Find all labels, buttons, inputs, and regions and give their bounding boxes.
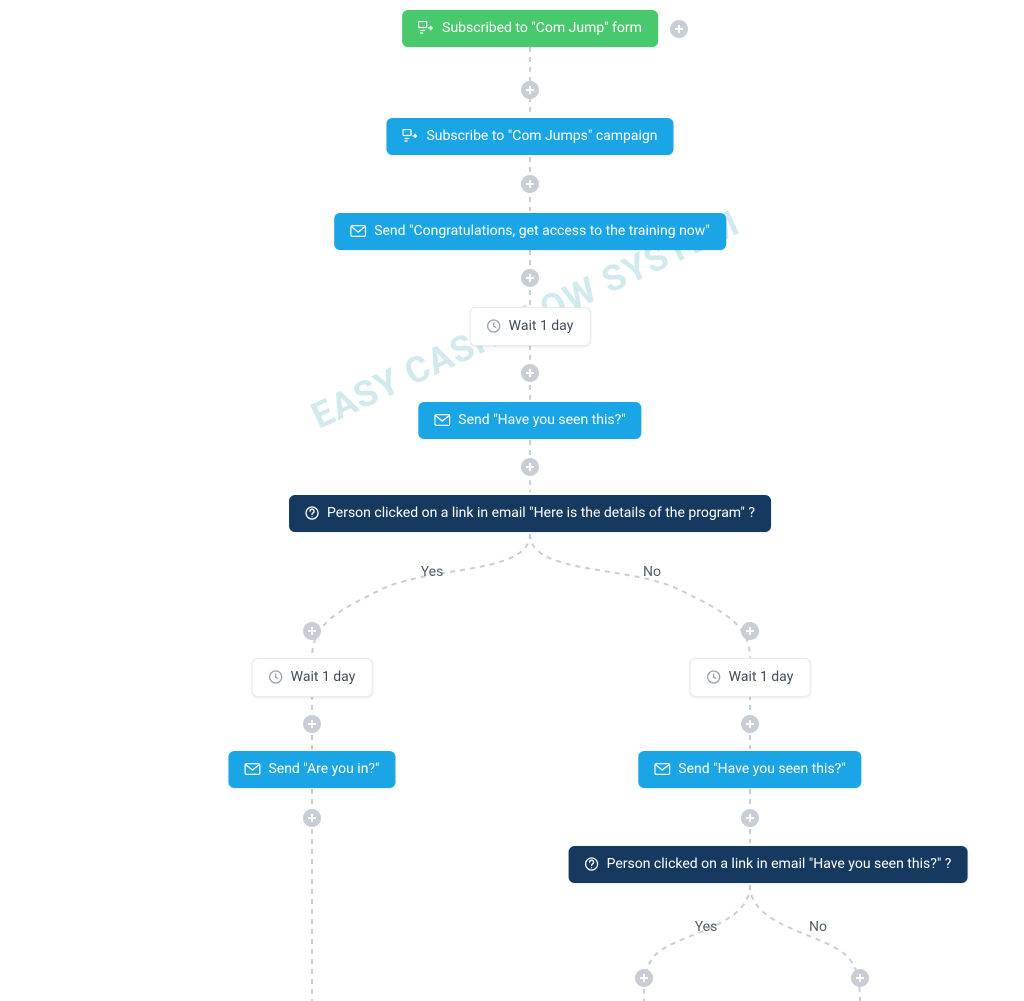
- branch-label-no: No: [809, 919, 827, 935]
- node-label: Person clicked on a link in email "Have …: [607, 856, 952, 873]
- form-entry-icon: [402, 129, 418, 143]
- node-label: Send "Have you seen this?": [678, 761, 845, 778]
- node-label: Person clicked on a link in email "Here …: [327, 505, 755, 522]
- add-sibling-button[interactable]: [670, 20, 688, 38]
- branch-label-yes: Yes: [695, 919, 718, 935]
- node-condition-clicked-seen[interactable]: Person clicked on a link in email "Have …: [569, 846, 968, 883]
- node-action-send-seen-2[interactable]: Send "Have you seen this?": [638, 751, 861, 788]
- form-entry-icon: [418, 21, 434, 35]
- automation-flow-canvas: EASY CASH FLOW SYSTEM Subscribed to "Com…: [0, 0, 1024, 1001]
- add-step-button[interactable]: [521, 81, 539, 99]
- node-wait-1-day-no[interactable]: Wait 1 day: [690, 658, 811, 697]
- node-label: Subscribed to "Com Jump" form: [442, 20, 642, 37]
- question-icon: [305, 506, 319, 520]
- node-label: Wait 1 day: [291, 669, 356, 686]
- node-action-send-congrats[interactable]: Send "Congratulations, get access to the…: [334, 213, 726, 250]
- add-step-button[interactable]: [635, 969, 653, 987]
- clock-icon: [707, 670, 721, 684]
- node-wait-1-day-yes[interactable]: Wait 1 day: [252, 658, 373, 697]
- mail-icon: [434, 414, 450, 426]
- node-label: Send "Congratulations, get access to the…: [374, 223, 710, 240]
- mail-icon: [350, 225, 366, 237]
- node-label: Send "Have you seen this?": [458, 412, 625, 429]
- node-wait-1-day[interactable]: Wait 1 day: [470, 307, 591, 346]
- mail-icon: [654, 763, 670, 775]
- clock-icon: [487, 319, 501, 333]
- add-step-button[interactable]: [741, 715, 759, 733]
- node-condition-clicked-details[interactable]: Person clicked on a link in email "Here …: [289, 495, 771, 532]
- question-icon: [585, 857, 599, 871]
- branch-label-no: No: [643, 564, 661, 580]
- clock-icon: [269, 670, 283, 684]
- add-step-button[interactable]: [303, 622, 321, 640]
- add-step-button[interactable]: [851, 969, 869, 987]
- node-action-send-seen[interactable]: Send "Have you seen this?": [418, 402, 641, 439]
- add-step-button[interactable]: [521, 269, 539, 287]
- node-label: Subscribe to "Com Jumps" campaign: [426, 128, 657, 145]
- node-label: Wait 1 day: [729, 669, 794, 686]
- node-trigger-subscribed[interactable]: Subscribed to "Com Jump" form: [402, 10, 658, 47]
- node-action-send-are-you-in[interactable]: Send "Are you in?": [228, 751, 395, 788]
- node-label: Wait 1 day: [509, 318, 574, 335]
- add-step-button[interactable]: [521, 175, 539, 193]
- add-step-button[interactable]: [741, 622, 759, 640]
- add-step-button[interactable]: [741, 809, 759, 827]
- add-step-button[interactable]: [521, 458, 539, 476]
- node-label: Send "Are you in?": [268, 761, 379, 778]
- add-step-button[interactable]: [521, 364, 539, 382]
- node-action-subscribe-campaign[interactable]: Subscribe to "Com Jumps" campaign: [386, 118, 673, 155]
- add-step-button[interactable]: [303, 809, 321, 827]
- add-step-button[interactable]: [303, 715, 321, 733]
- branch-label-yes: Yes: [421, 564, 444, 580]
- mail-icon: [244, 763, 260, 775]
